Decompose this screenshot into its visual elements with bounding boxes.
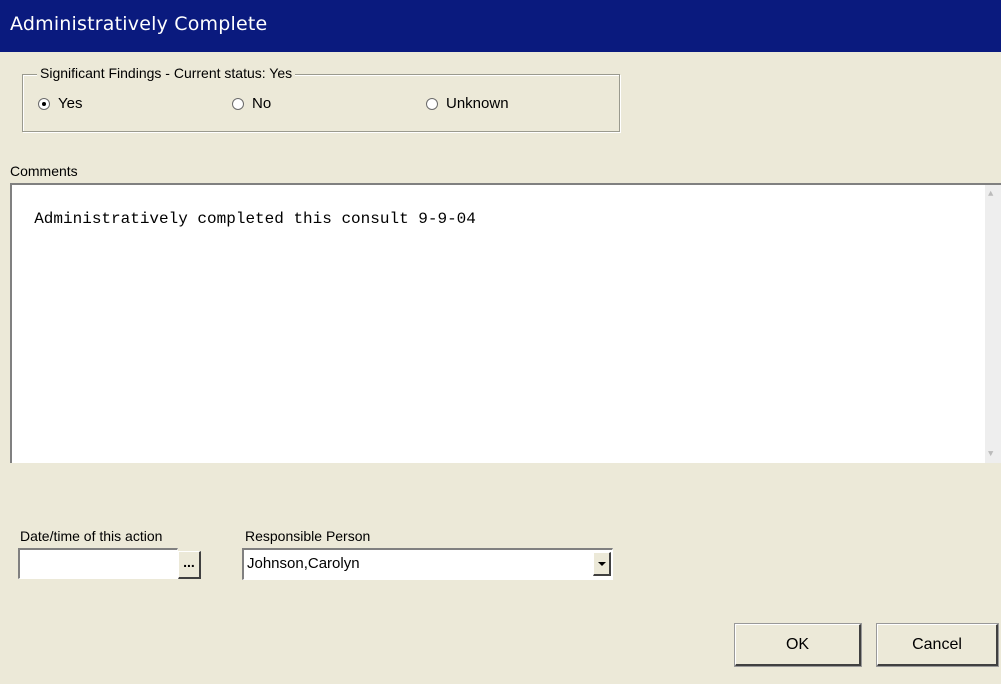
ok-button[interactable]: OK [734, 623, 862, 667]
cancel-button[interactable]: Cancel [876, 623, 999, 667]
significant-findings-legend: Significant Findings - Current status: Y… [37, 65, 296, 81]
window-title: Administratively Complete [10, 13, 268, 35]
radio-no[interactable]: No [232, 95, 271, 112]
date-picker-button[interactable]: ... [178, 551, 201, 579]
comments-scrollbar[interactable]: ▲ ▼ [985, 185, 1001, 463]
significant-findings-group: Significant Findings - Current status: Y… [22, 65, 620, 132]
comments-textarea[interactable]: Administratively completed this consult … [10, 183, 1001, 463]
radio-no-dot[interactable] [232, 97, 244, 110]
radio-yes-dot[interactable] [38, 97, 50, 110]
radio-unknown-dot[interactable] [426, 97, 438, 110]
chevron-down-icon[interactable] [593, 552, 611, 576]
comments-text: Administratively completed this consult … [34, 210, 476, 228]
radio-unknown-label: Unknown [446, 95, 509, 112]
radio-unknown[interactable]: Unknown [426, 95, 509, 112]
responsible-person-value: Johnson,Carolyn [247, 555, 360, 572]
scroll-down-icon[interactable]: ▼ [988, 449, 993, 459]
comments-label: Comments [10, 163, 78, 179]
date-time-label: Date/time of this action [20, 528, 163, 544]
radio-yes-label: Yes [58, 95, 83, 112]
radio-yes[interactable]: Yes [38, 95, 82, 112]
title-bar: Administratively Complete [0, 0, 1001, 52]
radio-no-label: No [252, 95, 272, 112]
date-time-input[interactable] [18, 548, 178, 579]
scroll-up-icon[interactable]: ▲ [988, 189, 993, 199]
responsible-person-label: Responsible Person [245, 528, 371, 544]
responsible-person-select[interactable]: Johnson,Carolyn [242, 548, 613, 580]
